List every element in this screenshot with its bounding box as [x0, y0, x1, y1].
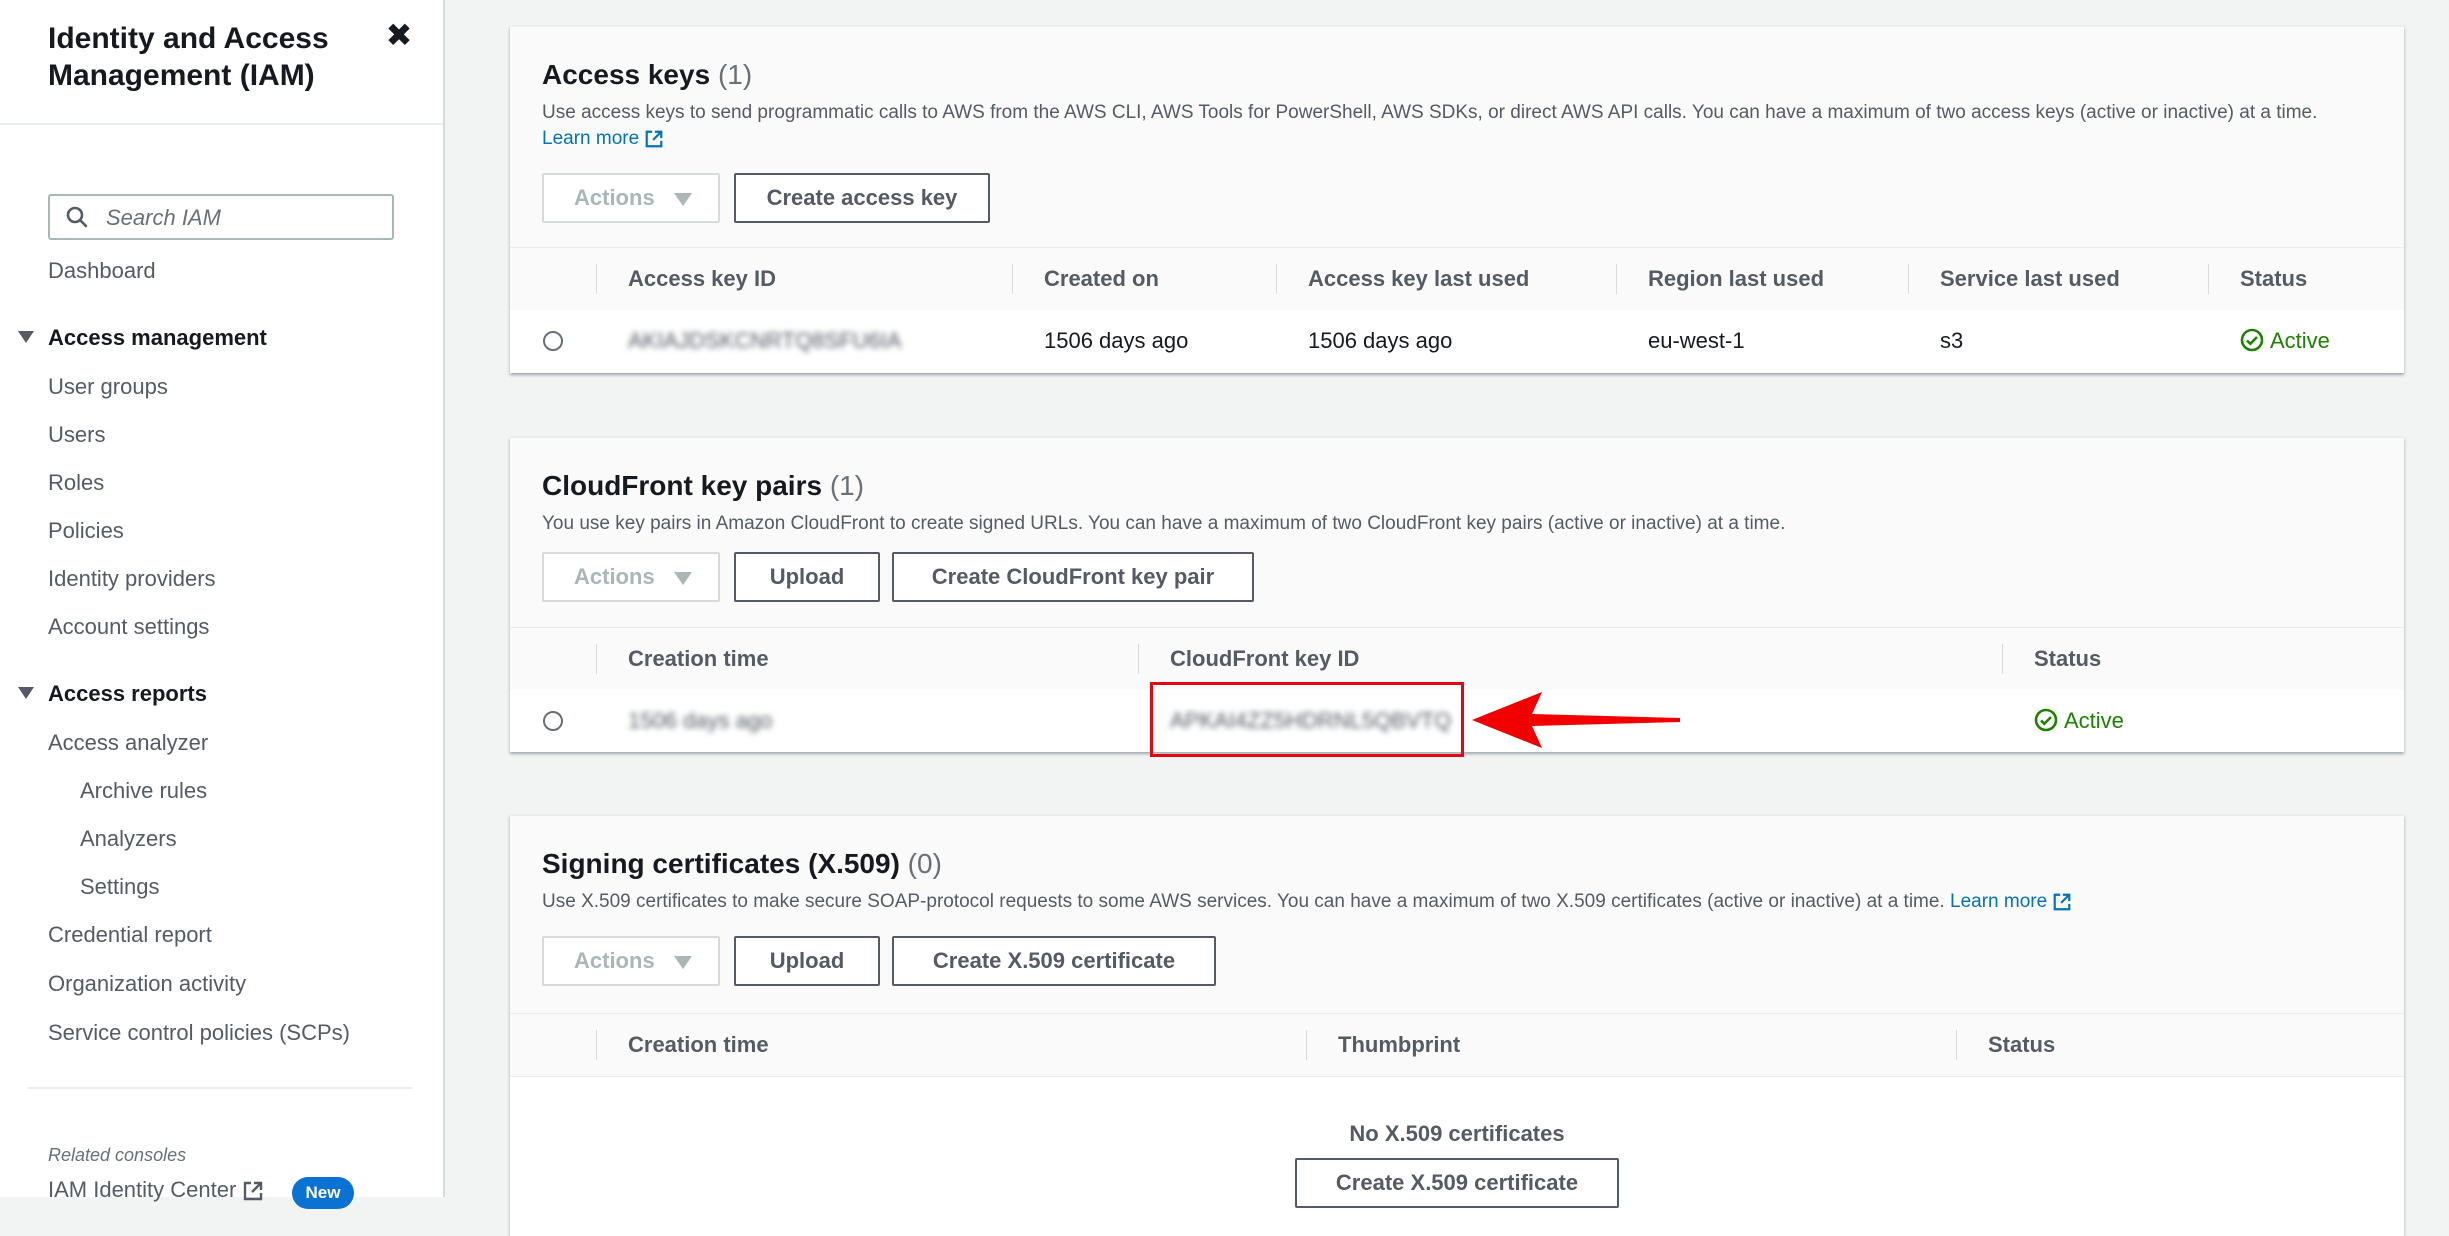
row-select-radio[interactable]	[543, 331, 563, 351]
column-header[interactable]: Created on	[1044, 248, 1159, 310]
caret-down-icon	[18, 687, 34, 700]
sidebar-divider	[0, 123, 443, 125]
column-header[interactable]: CloudFront key ID	[1170, 628, 1359, 690]
column-header[interactable]: Status	[1988, 1014, 2055, 1076]
sidebar-item-credential-report[interactable]: Credential report	[48, 922, 212, 948]
table-header: Access key ID Created on Access key last…	[510, 247, 2404, 311]
table-header: Creation time Thumbprint Status	[510, 1013, 2404, 1077]
sidebar-section-access-reports[interactable]: Access reports	[18, 681, 207, 707]
row-select-radio[interactable]	[543, 711, 563, 731]
highlight-box	[1150, 682, 1464, 757]
caret-down-icon	[18, 331, 34, 344]
external-link-icon	[646, 130, 663, 148]
create-access-key-button[interactable]: Create access key	[734, 173, 990, 223]
search-icon	[66, 206, 88, 228]
annotation-arrow-icon	[1472, 692, 1680, 748]
create-x509-certificate-button[interactable]: Create X.509 certificate	[892, 936, 1216, 986]
access-keys-title: Access keys (1)	[542, 59, 753, 90]
sidebar-item-dashboard[interactable]: Dashboard	[48, 258, 156, 284]
sidebar-item-identity-providers[interactable]: Identity providers	[48, 566, 216, 592]
caret-down-icon	[674, 956, 692, 969]
search-field[interactable]	[48, 194, 394, 240]
column-header[interactable]: Creation time	[628, 628, 769, 690]
sidebar-item-user-groups[interactable]: User groups	[48, 374, 168, 400]
sidebar-item-scps[interactable]: Service control policies (SCPs)	[48, 1020, 350, 1046]
check-circle-icon	[2240, 328, 2264, 352]
actions-dropdown[interactable]: Actions	[542, 936, 720, 986]
cloudfront-title: CloudFront key pairs (1)	[542, 470, 865, 501]
sidebar: Identity and Access Management (IAM) ✖ D…	[0, 0, 445, 1209]
actions-dropdown[interactable]: Actions	[542, 552, 720, 602]
column-header[interactable]: Creation time	[628, 1014, 769, 1076]
status-badge: Active	[2034, 690, 2124, 752]
signing-description: Use X.509 certificates to make secure SO…	[542, 889, 2332, 915]
check-circle-icon	[2034, 708, 2058, 732]
signing-title: Signing certificates (X.509) (0)	[542, 848, 942, 879]
region-last-used: eu-west-1	[1648, 328, 1745, 353]
service-last-used: s3	[1940, 328, 1964, 353]
sidebar-item-policies[interactable]: Policies	[48, 518, 124, 544]
upload-button[interactable]: Upload	[734, 552, 880, 602]
new-badge: New	[292, 1177, 354, 1209]
external-link-icon	[244, 1181, 263, 1201]
access-keys-description: Use access keys to send programmatic cal…	[542, 102, 2318, 149]
signing-certificates-panel: Signing certificates (X.509) (0) Use X.5…	[510, 815, 2404, 1236]
learn-more-link[interactable]: Learn more	[542, 128, 664, 149]
external-link-icon	[2054, 893, 2071, 911]
caret-down-icon	[674, 572, 692, 585]
create-cloudfront-key-pair-button[interactable]: Create CloudFront key pair	[892, 552, 1254, 602]
learn-more-link[interactable]: Learn more	[1950, 891, 2072, 912]
actions-dropdown[interactable]: Actions	[542, 173, 720, 223]
sidebar-item-organization-activity[interactable]: Organization activity	[48, 971, 246, 997]
column-header[interactable]: Service last used	[1940, 248, 2120, 310]
access-keys-panel: Access keys (1) Use access keys to send …	[510, 26, 2404, 373]
cloudfront-description: You use key pairs in Amazon CloudFront t…	[542, 513, 1786, 534]
sidebar-divider	[28, 1087, 412, 1089]
sidebar-item-users[interactable]: Users	[48, 422, 105, 448]
last-used: 1506 days ago	[1308, 328, 1453, 353]
sidebar-item-archive-rules[interactable]: Archive rules	[80, 778, 207, 804]
cloudfront-key-pairs-panel: CloudFront key pairs (1) You use key pai…	[510, 437, 2404, 757]
sidebar-section-access-management[interactable]: Access management	[18, 325, 267, 351]
column-header[interactable]: Thumbprint	[1338, 1014, 1460, 1076]
created-on: 1506 days ago	[1044, 328, 1189, 353]
access-key-id: AKIAJDSKCNRTQ8SFU6IA	[628, 328, 902, 353]
column-header[interactable]: Status	[2034, 628, 2101, 690]
search-input[interactable]	[104, 196, 388, 240]
sidebar-title: Identity and Access Management (IAM)	[48, 22, 329, 92]
sidebar-item-settings[interactable]: Settings	[80, 874, 160, 900]
sidebar-item-access-analyzer[interactable]: Access analyzer	[48, 730, 208, 756]
column-header[interactable]: Access key ID	[628, 248, 776, 310]
column-header[interactable]: Access key last used	[1308, 248, 1529, 310]
empty-state-text: No X.509 certificates	[1349, 1121, 1565, 1146]
column-header[interactable]: Status	[2240, 248, 2307, 310]
creation-time: 1506 days ago	[628, 708, 773, 733]
column-header[interactable]: Region last used	[1648, 248, 1824, 310]
sidebar-item-account-settings[interactable]: Account settings	[48, 614, 209, 640]
sidebar-item-analyzers[interactable]: Analyzers	[80, 826, 177, 852]
caret-down-icon	[674, 193, 692, 206]
sidebar-item-roles[interactable]: Roles	[48, 470, 104, 496]
upload-button[interactable]: Upload	[734, 936, 880, 986]
table-row[interactable]: AKIAJDSKCNRTQ8SFU6IA 1506 days ago 1506 …	[510, 310, 2404, 372]
create-x509-certificate-button-empty[interactable]: Create X.509 certificate	[1295, 1158, 1619, 1208]
related-consoles-label: Related consoles	[48, 1145, 187, 1165]
sidebar-item-iam-identity-center[interactable]: IAM Identity Center	[48, 1177, 264, 1203]
status-badge: Active	[2240, 310, 2330, 372]
close-icon[interactable]: ✖	[384, 19, 414, 51]
